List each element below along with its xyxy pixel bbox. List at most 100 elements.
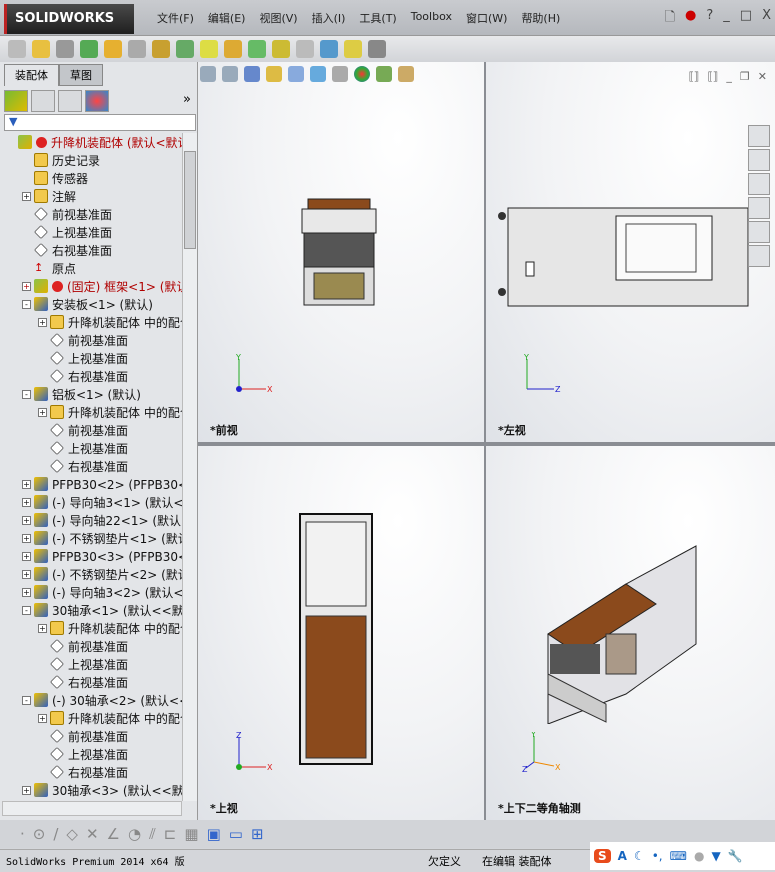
tile-left-icon[interactable]: ⟦⟧ — [689, 70, 700, 83]
property-manager-tab-icon[interactable] — [31, 90, 55, 112]
explode-line-icon[interactable] — [296, 40, 314, 58]
new-part-icon[interactable] — [32, 40, 50, 58]
show-hidden-icon[interactable] — [152, 40, 170, 58]
tree-item[interactable]: 上视基准面 — [0, 223, 182, 241]
tree-item[interactable]: - 安装板<1> (默认) — [0, 295, 182, 313]
mirror-icon[interactable]: ⫽ — [149, 825, 156, 843]
polygon-icon[interactable]: ◇ — [66, 825, 78, 843]
expand-icon[interactable]: + — [38, 317, 47, 327]
zoom-to-area-icon[interactable] — [222, 66, 238, 82]
tree-vertical-scrollbar[interactable] — [182, 133, 197, 801]
expand-icon[interactable]: + — [38, 623, 47, 633]
tree-item[interactable]: + 升降机装配体 中的配合 — [0, 403, 182, 421]
menu-edit[interactable]: 编辑(E) — [201, 10, 253, 26]
zoom-to-fit-icon[interactable] — [200, 66, 216, 82]
reference-geometry-icon[interactable] — [200, 40, 218, 58]
tree-item[interactable]: 上视基准面 — [0, 439, 182, 457]
scene-icon[interactable] — [376, 66, 392, 82]
expand-icon[interactable]: + — [22, 191, 31, 201]
tree-item[interactable]: 上视基准面 — [0, 349, 182, 367]
collapse-icon[interactable]: - — [22, 605, 31, 615]
expand-icon[interactable]: + — [22, 551, 31, 561]
ime-language-icon[interactable]: A — [618, 849, 627, 863]
rebuild-traffic-light-icon[interactable]: ● — [685, 8, 696, 30]
expand-icon[interactable]: + — [22, 587, 31, 597]
half-width-icon[interactable]: ☾ — [634, 849, 645, 863]
previous-view-icon[interactable] — [244, 66, 260, 82]
user-icon[interactable]: ● — [694, 849, 704, 863]
punctuation-icon[interactable]: •, — [652, 849, 663, 863]
expand-icon[interactable]: + — [22, 515, 31, 525]
scroll-thumb[interactable] — [184, 151, 196, 249]
expand-icon[interactable]: + — [22, 785, 31, 795]
collapse-icon[interactable]: - — [22, 695, 31, 705]
tree-item[interactable]: + (固定) 框架<1> (默认 — [0, 277, 182, 295]
tab-assembly[interactable]: 装配体 — [4, 64, 59, 86]
feature-manager-tab-icon[interactable] — [4, 90, 28, 112]
tree-item[interactable]: ↥ 原点 — [0, 259, 182, 277]
tree-item[interactable]: 升降机装配体 (默认<默认 — [0, 133, 182, 151]
tree-item[interactable]: 右视基准面 — [0, 763, 182, 781]
tree-item[interactable]: 前视基准面 — [0, 727, 182, 745]
tree-item[interactable]: 右视基准面 — [0, 241, 182, 259]
view-palette-icon[interactable] — [748, 197, 770, 219]
tree-item[interactable]: 右视基准面 — [0, 457, 182, 475]
move-component-icon[interactable] — [128, 40, 146, 58]
display-manager-tab-icon[interactable] — [85, 90, 109, 112]
tree-item[interactable]: + (-) 导向轴3<1> (默认<<默 — [0, 493, 182, 511]
viewport-front[interactable]: YX *前视 — [198, 62, 484, 442]
maximize-button[interactable]: □ — [740, 8, 752, 30]
exploded-view-icon[interactable] — [272, 40, 290, 58]
menu-view[interactable]: 视图(V) — [252, 10, 304, 26]
solidworks-resources-icon[interactable] — [748, 125, 770, 147]
expand-icon[interactable]: + — [38, 407, 47, 417]
tree-item[interactable]: 右视基准面 — [0, 367, 182, 385]
menu-file[interactable]: 文件(F) — [150, 10, 201, 26]
offset-icon[interactable]: ⊏ — [164, 825, 177, 843]
file-explorer-icon[interactable] — [748, 173, 770, 195]
viewport-restore-icon[interactable]: ❐ — [740, 70, 750, 83]
tab-sketch[interactable]: 草图 — [59, 64, 103, 86]
design-library-icon[interactable] — [748, 149, 770, 171]
tree-horizontal-scrollbar[interactable] — [2, 801, 182, 816]
menu-help[interactable]: 帮助(H) — [514, 10, 567, 26]
tree-item[interactable]: + PFPB30<3> (PFPB30<<默认 — [0, 547, 182, 565]
mate-icon[interactable] — [56, 40, 74, 58]
hide-show-items-icon[interactable] — [332, 66, 348, 82]
four-view-icon[interactable]: ⊞ — [251, 825, 264, 843]
collapse-icon[interactable]: - — [22, 389, 31, 399]
sogou-logo-icon[interactable]: S — [594, 849, 611, 863]
display-style-icon[interactable] — [310, 66, 326, 82]
tree-item[interactable]: 上视基准面 — [0, 745, 182, 763]
tree-filter-input[interactable]: ▼ — [4, 114, 196, 131]
point-icon[interactable]: · — [20, 825, 25, 843]
menu-toolbox[interactable]: Toolbox — [404, 10, 459, 26]
tree-item[interactable]: 上视基准面 — [0, 655, 182, 673]
tree-item[interactable]: + (-) 导向轴22<1> (默认<< — [0, 511, 182, 529]
insert-component-icon[interactable] — [8, 40, 26, 58]
circle-icon[interactable]: ⊙ — [33, 825, 46, 843]
tree-item[interactable]: + 升降机装配体 中的配合 — [0, 619, 182, 637]
expand-icon[interactable]: + — [22, 479, 31, 489]
smart-fasteners-icon[interactable] — [104, 40, 122, 58]
bill-of-materials-icon[interactable] — [248, 40, 266, 58]
tile-right-icon[interactable]: ⟦⟧ — [708, 70, 719, 83]
fillet-icon[interactable]: ◔ — [128, 825, 141, 843]
instant3d-icon[interactable] — [320, 40, 338, 58]
tree-item[interactable]: + 升降机装配体 中的配合 — [0, 313, 182, 331]
grid-icon[interactable]: ▦ — [184, 825, 198, 843]
tree-item[interactable]: 前视基准面 — [0, 331, 182, 349]
tree-item[interactable]: 右视基准面 — [0, 673, 182, 691]
keyboard-icon[interactable]: ⌨ — [670, 849, 687, 863]
tree-item[interactable]: + (-) 不锈钢垫片<2> (默认 — [0, 565, 182, 583]
tree-item[interactable]: + 升降机装配体 中的配合 — [0, 709, 182, 727]
new-motion-study-icon[interactable] — [224, 40, 242, 58]
view-settings-icon[interactable] — [398, 66, 414, 82]
view-cube-icon[interactable]: ▣ — [207, 825, 221, 843]
tree-item[interactable]: - (-) 30轴承<2> (默认<<默 — [0, 691, 182, 709]
help-button[interactable]: ? — [706, 8, 713, 30]
single-view-icon[interactable]: ▭ — [229, 825, 243, 843]
expand-icon[interactable]: + — [22, 569, 31, 579]
collapse-icon[interactable]: - — [22, 299, 31, 309]
linear-pattern-icon[interactable] — [80, 40, 98, 58]
